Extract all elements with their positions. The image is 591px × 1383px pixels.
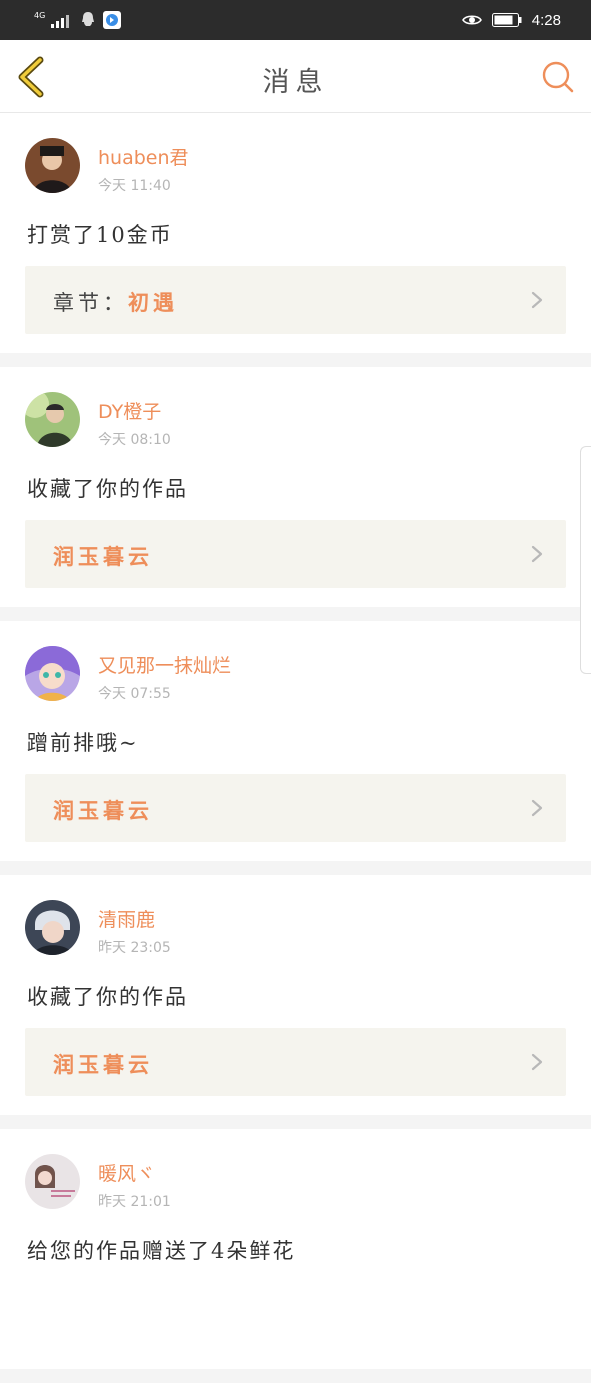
work-title: 初遇 xyxy=(128,290,178,315)
work-title: 润玉暮云 xyxy=(53,544,153,569)
work-label: 润玉暮云 xyxy=(53,1049,153,1079)
status-left: 4G xyxy=(34,10,122,30)
side-drawer-handle[interactable] xyxy=(580,446,591,674)
chevron-right-icon xyxy=(531,545,543,563)
qq-icon xyxy=(82,12,95,26)
work-card[interactable]: 润玉暮云 xyxy=(25,774,566,842)
message-item[interactable]: DY橙子 今天 08:10 收藏了你的作品 润玉暮云 xyxy=(0,367,591,621)
battery-icon xyxy=(491,13,522,27)
username[interactable]: DY橙子 xyxy=(98,397,161,424)
message-text: 蹭前排哦~ xyxy=(27,731,139,755)
chevron-right-icon xyxy=(531,799,543,817)
timestamp: 昨天 23:05 xyxy=(98,940,171,956)
timestamp: 昨天 21:01 xyxy=(98,1194,171,1210)
message-item[interactable]: 又见那一抹灿烂 今天 07:55 蹭前排哦~ 润玉暮云 xyxy=(0,621,591,875)
message-text: 打赏了10金币 xyxy=(27,223,173,247)
message-item[interactable]: huaben君 今天 11:40 打赏了10金币 章节：初遇 xyxy=(0,113,591,367)
avatar[interactable] xyxy=(25,138,80,193)
work-card[interactable]: 润玉暮云 xyxy=(25,1028,566,1096)
username[interactable]: huaben君 xyxy=(98,143,189,170)
timestamp: 今天 07:55 xyxy=(98,686,171,702)
work-label: 章节：初遇 xyxy=(53,287,178,317)
app-notification-icon xyxy=(103,11,122,29)
avatar[interactable] xyxy=(25,646,80,701)
message-item[interactable]: 暖风ヾ 昨天 21:01 给您的作品赠送了4朵鲜花 xyxy=(0,1129,591,1383)
avatar[interactable] xyxy=(25,900,80,955)
work-label: 润玉暮云 xyxy=(53,795,153,825)
clock: 4:28 xyxy=(531,11,561,29)
eye-comfort-icon xyxy=(461,15,482,25)
signal-icon xyxy=(51,15,70,28)
work-label: 润玉暮云 xyxy=(53,541,153,571)
chevron-right-icon xyxy=(531,291,543,309)
message-text: 收藏了你的作品 xyxy=(27,477,188,501)
username[interactable]: 又见那一抹灿烂 xyxy=(98,651,231,678)
search-icon xyxy=(542,61,574,93)
username[interactable]: 暖风ヾ xyxy=(98,1159,155,1186)
username[interactable]: 清雨鹿 xyxy=(98,905,155,932)
timestamp: 今天 08:10 xyxy=(98,432,171,448)
search-button[interactable] xyxy=(541,60,575,94)
work-card[interactable]: 润玉暮云 xyxy=(25,520,566,588)
message-item[interactable]: 清雨鹿 昨天 23:05 收藏了你的作品 润玉暮云 xyxy=(0,875,591,1129)
network-type: 4G xyxy=(34,11,46,20)
work-title: 润玉暮云 xyxy=(53,798,153,823)
status-right: 4:28 xyxy=(461,10,561,30)
message-text: 收藏了你的作品 xyxy=(27,985,188,1009)
work-card[interactable]: 章节：初遇 xyxy=(25,266,566,334)
status-bar: 4G 4:28 xyxy=(0,0,591,40)
work-prefix: 章节： xyxy=(53,291,128,315)
work-title: 润玉暮云 xyxy=(53,1052,153,1077)
avatar[interactable] xyxy=(25,392,80,447)
nav-bar: 消息 xyxy=(0,40,591,113)
message-text: 给您的作品赠送了4朵鲜花 xyxy=(27,1239,296,1263)
timestamp: 今天 11:40 xyxy=(98,178,171,194)
message-list: huaben君 今天 11:40 打赏了10金币 章节：初遇 DY橙子 今天 0… xyxy=(0,113,591,1383)
avatar[interactable] xyxy=(25,1154,80,1209)
chevron-right-icon xyxy=(531,1053,543,1071)
page-title: 消息 xyxy=(262,67,329,98)
